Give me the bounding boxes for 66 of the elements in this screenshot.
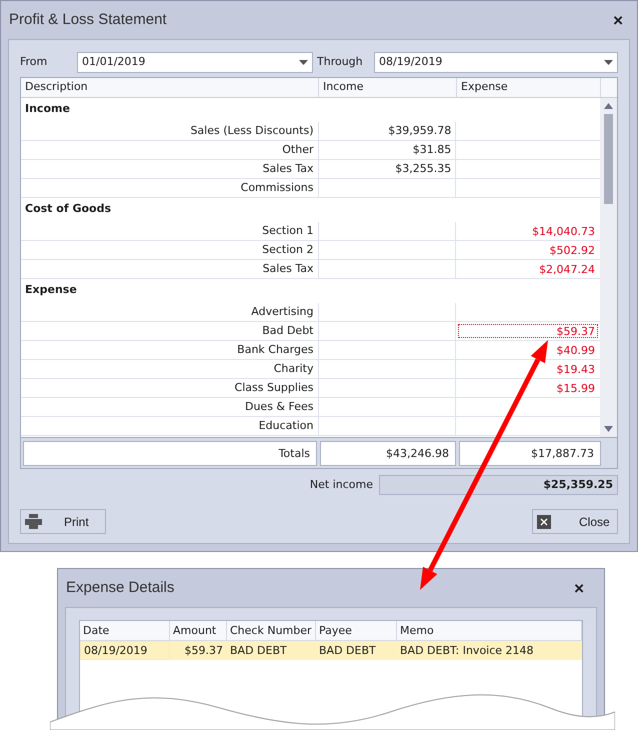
- net-income-label: Net income: [310, 476, 373, 493]
- net-income-field: $25,359.25: [379, 475, 618, 495]
- date-value: 01/01/2019: [82, 54, 146, 70]
- row-label: Class Supplies: [21, 379, 318, 397]
- expense-cell[interactable]: $14,040.73: [456, 222, 600, 240]
- row-label: Advertising: [21, 303, 318, 321]
- expense-total: $17,887.73: [459, 440, 601, 466]
- window-title: Expense Details: [66, 578, 174, 598]
- table-cell-text: $59.37: [184, 643, 224, 659]
- filter-label: Through: [316, 54, 364, 70]
- column-header[interactable]: Memo: [397, 621, 582, 640]
- table-cell-text: BAD DEBT: [229, 643, 288, 659]
- table-cell-text: BAD DEBT: [318, 643, 377, 659]
- scroll-thumb[interactable]: [604, 114, 614, 204]
- expense-cell[interactable]: $15.99: [456, 379, 600, 397]
- row-label: Bad Debt: [21, 322, 318, 340]
- column-header[interactable]: Amount: [170, 621, 227, 640]
- dropdown-caret-icon: [604, 60, 613, 65]
- row-label: Sales (Less Discounts): [21, 122, 318, 140]
- window-title: Profit & Loss Statement: [9, 10, 167, 30]
- row-label: Education: [21, 417, 318, 435]
- row-label: Other: [21, 141, 318, 159]
- column-header[interactable]: Check Number: [227, 621, 316, 640]
- expense-cell[interactable]: $502.92: [456, 241, 600, 259]
- scroll-down-icon[interactable]: [604, 426, 614, 432]
- group-header: Expense: [21, 279, 600, 303]
- date-dropdown[interactable]: 08/19/2019: [374, 52, 618, 73]
- row-label: Section 1: [21, 222, 318, 240]
- group-header: Income: [21, 98, 600, 122]
- print-button[interactable]: Print: [20, 509, 106, 534]
- column-header[interactable]: Payee: [316, 621, 397, 640]
- scroll-up-icon[interactable]: [604, 103, 614, 109]
- income-cell: $3,255.35: [318, 160, 456, 178]
- date-value: 08/19/2019: [379, 54, 442, 70]
- close-button[interactable]: ×: [574, 580, 584, 596]
- row-label: Bank Charges: [21, 341, 318, 359]
- row-label: Dues & Fees: [21, 398, 318, 416]
- row-label: Charity: [21, 360, 318, 378]
- dropdown-caret-icon: [299, 60, 308, 65]
- row-label: Sales Tax: [21, 260, 318, 278]
- income-cell: $31.85: [318, 141, 456, 159]
- income-total: $43,246.98: [320, 440, 456, 466]
- column-header[interactable]: Expense: [457, 78, 601, 97]
- table-cell: 08/19/2019: [80, 641, 170, 660]
- expense-cell[interactable]: $19.43: [456, 360, 600, 378]
- row-label: Section 2: [21, 241, 318, 259]
- expense-cell[interactable]: $59.37: [456, 322, 600, 340]
- row-label: Commissions: [21, 179, 318, 197]
- row-label: Sales Tax: [21, 160, 318, 178]
- date-dropdown[interactable]: 01/01/2019: [77, 52, 313, 73]
- table-row[interactable]: 08/19/2019 $59.37 BAD DEBT BAD DEBT BAD DEBT: Invoice 2148: [80, 641, 582, 660]
- expense-cell[interactable]: $40.99: [456, 341, 600, 359]
- income-cell: $39,959.78: [318, 122, 456, 140]
- expense-cell[interactable]: $2,047.24: [456, 260, 600, 278]
- group-header: Cost of Goods: [21, 198, 600, 222]
- close-icon: [537, 514, 551, 528]
- scrollbar[interactable]: [600, 98, 617, 437]
- printer-icon: [25, 514, 42, 529]
- close-button[interactable]: Close: [532, 509, 618, 534]
- totals-label: Totals: [23, 440, 317, 466]
- column-header[interactable]: Description: [21, 78, 319, 97]
- close-button[interactable]: ×: [613, 12, 623, 28]
- column-header[interactable]: Income: [319, 78, 457, 97]
- filter-label: From: [20, 54, 48, 70]
- column-header[interactable]: Date: [80, 621, 170, 640]
- table-cell-text: BAD DEBT: Invoice 2148: [399, 643, 535, 659]
